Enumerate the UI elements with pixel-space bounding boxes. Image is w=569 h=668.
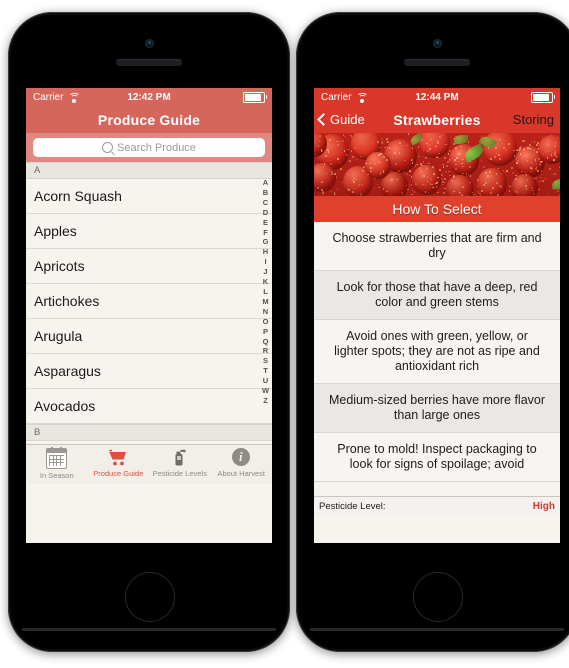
strawberries-photo — [314, 133, 560, 196]
list-item[interactable]: Bananas — [26, 441, 272, 444]
tip-row[interactable]: Avoid ones with green, yellow, or lighte… — [314, 320, 560, 384]
index-letter[interactable]: D — [263, 208, 268, 218]
front-camera-icon — [433, 39, 442, 48]
index-letter[interactable]: O — [263, 317, 269, 327]
back-button[interactable]: Guide — [319, 112, 365, 127]
status-battery-group — [243, 92, 265, 103]
home-button[interactable] — [413, 572, 463, 622]
index-letter[interactable]: W — [262, 386, 269, 396]
nav-bar-right: Guide Strawberries Storing — [314, 106, 560, 133]
search-placeholder: Search Produce — [117, 142, 196, 154]
index-letter[interactable]: F — [263, 228, 268, 238]
tab-label: Pesticide Levels — [153, 469, 207, 478]
tab-about-harvest[interactable]: i About Harvest — [211, 448, 273, 478]
calendar-icon — [46, 448, 67, 469]
list-item[interactable]: Artichokes — [26, 284, 272, 319]
produce-list[interactable]: A Acorn Squash Apples Apricots Artichoke… — [26, 162, 272, 444]
tab-label: In Season — [40, 471, 74, 480]
index-letter[interactable]: A — [263, 178, 268, 188]
index-letter[interactable]: K — [263, 277, 268, 287]
front-camera-icon — [145, 39, 154, 48]
list-item[interactable]: Avocados — [26, 389, 272, 424]
chevron-left-icon — [317, 113, 330, 126]
device-bottom-edge — [22, 628, 276, 631]
list-item[interactable]: Asparagus — [26, 354, 272, 389]
battery-icon — [243, 92, 265, 103]
tab-in-season[interactable]: In Season — [26, 448, 88, 480]
list-item[interactable]: Arugula — [26, 319, 272, 354]
index-letter[interactable]: P — [263, 327, 268, 337]
page-title: Produce Guide — [98, 112, 200, 128]
page-title: Strawberries — [393, 112, 480, 128]
pesticide-track — [390, 503, 529, 509]
tab-produce-guide[interactable]: Produce Guide — [88, 448, 150, 478]
index-letter[interactable]: Z — [263, 396, 268, 406]
tab-label: About Harvest — [217, 469, 265, 478]
index-letter[interactable]: L — [263, 287, 268, 297]
tip-row[interactable]: Choose strawberries that are firm and dr… — [314, 222, 560, 271]
index-letter[interactable]: J — [263, 267, 267, 277]
screenshot-stage: Carrier 12:42 PM Produce Guide Search Pr… — [0, 0, 569, 668]
index-letter[interactable]: M — [262, 297, 268, 307]
status-time: 12:42 PM — [26, 92, 272, 103]
battery-icon — [531, 92, 553, 103]
tab-pesticide-levels[interactable]: Pesticide Levels — [149, 448, 211, 478]
index-letter[interactable]: I — [264, 257, 266, 267]
status-bar-left: Carrier 12:42 PM — [26, 88, 272, 106]
index-letter[interactable]: Q — [263, 337, 269, 347]
status-time: 12:44 PM — [314, 92, 560, 103]
index-letter[interactable]: E — [263, 218, 268, 228]
tab-label: Produce Guide — [93, 469, 143, 478]
search-input[interactable]: Search Produce — [33, 138, 265, 157]
index-letter[interactable]: G — [263, 237, 269, 247]
search-bar-container: Search Produce — [26, 133, 272, 162]
section-band-how-to-select: How To Select — [314, 196, 560, 222]
section-header: A — [26, 162, 272, 179]
back-button-label: Guide — [330, 112, 365, 127]
shopping-cart-icon — [109, 448, 128, 467]
search-icon — [102, 142, 113, 153]
status-bar-right: Carrier 12:44 PM — [314, 88, 560, 106]
list-item[interactable]: Apples — [26, 214, 272, 249]
nav-bar-left: Produce Guide — [26, 106, 272, 133]
app-screen-strawberries: Carrier 12:44 PM Guide Strawberries Stor… — [314, 88, 560, 543]
list-item[interactable]: Apricots — [26, 249, 272, 284]
pesticide-level-bar: Pesticide Level: High — [314, 496, 560, 515]
home-button[interactable] — [125, 572, 175, 622]
index-letter[interactable]: H — [263, 247, 268, 257]
device-bottom-edge — [310, 628, 564, 631]
index-letter[interactable]: S — [263, 356, 268, 366]
index-letter[interactable]: B — [263, 188, 268, 198]
earpiece-speaker — [116, 59, 182, 66]
tips-list[interactable]: Choose strawberries that are firm and dr… — [314, 222, 560, 496]
index-letter[interactable]: T — [263, 366, 268, 376]
pesticide-value: High — [533, 501, 555, 512]
photo-overlay — [314, 133, 560, 196]
index-letter[interactable]: N — [263, 307, 268, 317]
tip-row[interactable]: Medium-sized berries have more flavor th… — [314, 384, 560, 433]
earpiece-speaker — [404, 59, 470, 66]
index-letter[interactable]: R — [263, 346, 268, 356]
app-screen-produce-guide: Carrier 12:42 PM Produce Guide Search Pr… — [26, 88, 272, 543]
section-header: B — [26, 424, 272, 441]
tip-row[interactable]: Look for those that have a deep, red col… — [314, 271, 560, 320]
tab-bar: In Season Produce Guide Pesticide Levels… — [26, 444, 272, 484]
tip-row[interactable]: Prone to mold! Inspect packaging to look… — [314, 433, 560, 482]
info-icon: i — [232, 448, 251, 467]
index-letter[interactable]: C — [263, 198, 268, 208]
spray-bottle-icon — [170, 448, 189, 467]
status-battery-group — [531, 92, 553, 103]
storing-button[interactable]: Storing — [513, 112, 554, 127]
pesticide-label: Pesticide Level: — [319, 501, 386, 512]
index-letter[interactable]: U — [263, 376, 268, 386]
list-item[interactable]: Acorn Squash — [26, 179, 272, 214]
alphabet-index-bar[interactable]: ABCDEFGHIJKLMNOPQRSTUWZ — [260, 178, 271, 406]
